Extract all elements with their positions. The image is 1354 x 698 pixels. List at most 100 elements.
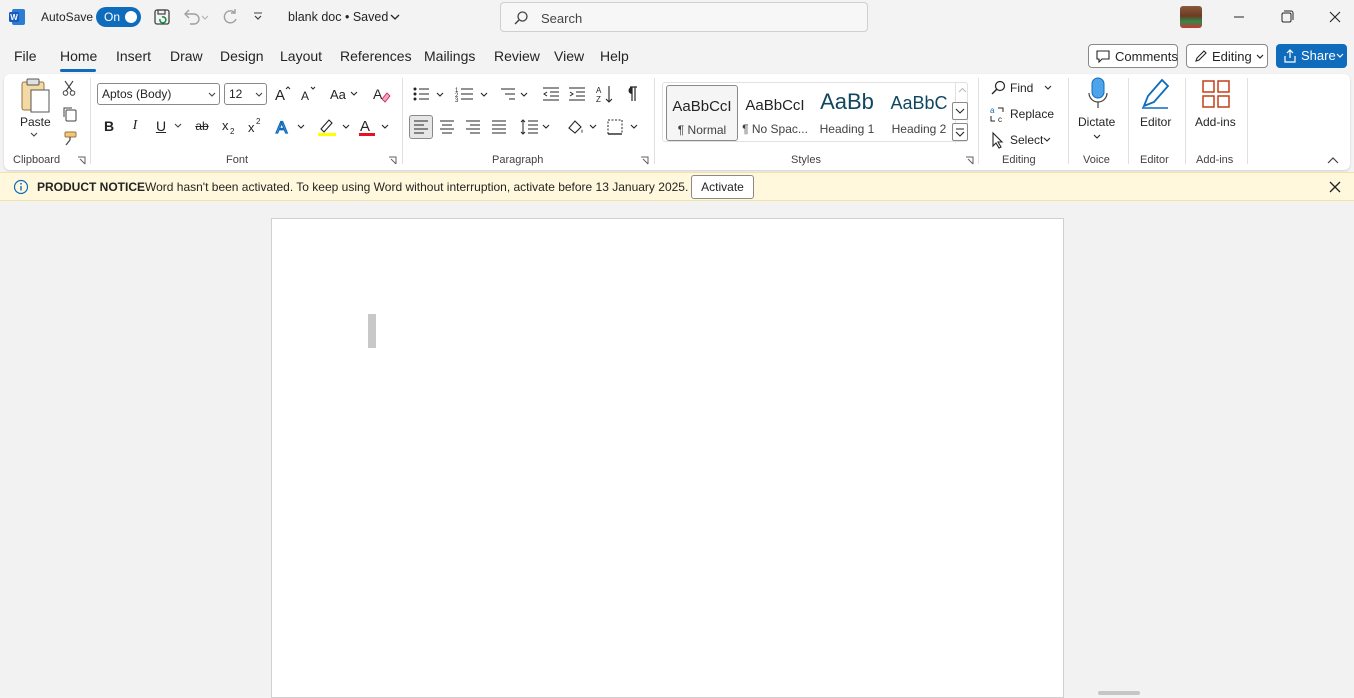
add-ins-label[interactable]: Add-ins [1195, 115, 1236, 129]
find-label[interactable]: Find [1010, 81, 1033, 95]
clear-formatting-icon[interactable]: A [370, 83, 392, 105]
chevron-down-icon[interactable] [1043, 137, 1051, 143]
cut-icon[interactable] [62, 80, 76, 96]
font-size-value: 12 [229, 87, 243, 101]
tab-insert[interactable]: Insert [116, 48, 151, 64]
styles-more-icon[interactable] [952, 123, 968, 141]
dialog-launcher-icon[interactable] [640, 156, 649, 165]
numbering-icon[interactable]: 123 [453, 83, 491, 105]
borders-icon[interactable] [605, 116, 641, 138]
style-no-spacing[interactable]: AaBbCcI ¶ No Spac... [739, 85, 811, 141]
dialog-launcher-icon[interactable] [388, 156, 397, 165]
dictate-label[interactable]: Dictate [1078, 115, 1115, 129]
editing-mode-button[interactable]: Editing [1186, 44, 1268, 68]
collapse-ribbon-icon[interactable] [1327, 156, 1339, 164]
close-icon[interactable] [1329, 181, 1341, 193]
replace-icon[interactable]: ac [989, 105, 1007, 123]
text-effects-icon[interactable]: A [274, 115, 308, 137]
italic-button[interactable]: I [124, 115, 146, 137]
editor-label[interactable]: Editor [1140, 115, 1171, 129]
tab-home[interactable]: Home [60, 48, 97, 64]
dialog-launcher-icon[interactable] [965, 156, 974, 165]
paste-icon[interactable] [18, 78, 52, 114]
style-heading-1[interactable]: AaBb Heading 1 [811, 85, 883, 141]
tab-layout[interactable]: Layout [280, 48, 322, 64]
show-formatting-marks-icon[interactable] [620, 83, 642, 105]
align-center-icon[interactable] [436, 116, 458, 138]
justify-icon[interactable] [488, 116, 510, 138]
chevron-down-icon[interactable] [390, 13, 400, 21]
chevron-down-icon[interactable] [1093, 134, 1101, 140]
comments-button[interactable]: Comments [1088, 44, 1178, 68]
chevron-down-icon [1256, 54, 1264, 60]
select-label[interactable]: Select [1010, 133, 1043, 147]
tab-help[interactable]: Help [600, 48, 629, 64]
select-cursor-icon[interactable] [990, 131, 1006, 149]
decrease-indent-icon[interactable] [540, 83, 562, 105]
grow-font-icon[interactable]: A [271, 83, 293, 105]
align-left-icon[interactable] [409, 115, 433, 139]
increase-indent-icon[interactable] [566, 83, 588, 105]
style-preview: AaBbCcI [672, 98, 732, 115]
share-button[interactable]: Share [1276, 44, 1347, 68]
underline-button[interactable]: U [150, 115, 172, 137]
add-ins-icon[interactable] [1201, 79, 1231, 109]
styles-scroll-down[interactable] [952, 102, 968, 120]
style-normal[interactable]: AaBbCcI ¶ Normal [666, 85, 738, 141]
redo-icon[interactable] [221, 8, 239, 26]
minimize-button[interactable] [1216, 0, 1262, 34]
editor-pen-icon[interactable] [1140, 78, 1172, 110]
customize-toolbar-icon[interactable] [253, 12, 263, 22]
find-icon[interactable] [990, 79, 1008, 97]
chevron-down-icon[interactable] [30, 132, 38, 138]
change-case-icon[interactable]: Aa [327, 83, 359, 105]
tab-draw[interactable]: Draw [170, 48, 203, 64]
chevron-up-icon[interactable] [958, 87, 967, 93]
document-page[interactable] [271, 218, 1064, 698]
tab-design[interactable]: Design [220, 48, 264, 64]
highlight-color-icon[interactable] [316, 115, 352, 137]
save-icon[interactable] [153, 8, 171, 26]
bold-button[interactable]: B [98, 115, 120, 137]
search-box[interactable]: Search [500, 2, 868, 32]
ribbon-separator [1068, 78, 1069, 164]
activate-button[interactable]: Activate [691, 175, 754, 199]
shrink-font-icon[interactable]: A [297, 83, 319, 105]
group-label-styles: Styles [791, 154, 821, 166]
bullets-icon[interactable] [410, 83, 446, 105]
undo-icon[interactable] [182, 8, 208, 26]
tab-references[interactable]: References [340, 48, 412, 64]
tab-file[interactable]: File [14, 48, 37, 64]
document-title[interactable]: blank doc • Saved [288, 10, 388, 24]
dialog-launcher-icon[interactable] [77, 156, 86, 165]
chevron-down-icon[interactable] [174, 123, 182, 129]
svg-text:x: x [222, 118, 229, 133]
microphone-icon[interactable] [1086, 77, 1110, 111]
multilevel-list-icon[interactable] [498, 83, 534, 105]
chevron-down-icon[interactable] [1044, 85, 1052, 91]
align-right-icon[interactable] [462, 116, 484, 138]
avatar[interactable] [1180, 6, 1202, 28]
shading-icon[interactable] [564, 116, 600, 138]
sort-icon[interactable]: AZ [594, 83, 616, 105]
tab-mailings[interactable]: Mailings [424, 48, 475, 64]
scrollbar-thumb[interactable] [1098, 691, 1140, 695]
font-name-combo[interactable]: Aptos (Body) [97, 83, 220, 105]
subscript-icon[interactable]: x2 [218, 115, 240, 137]
copy-icon[interactable] [62, 106, 78, 122]
paste-label[interactable]: Paste [20, 115, 51, 129]
format-painter-icon[interactable] [62, 130, 78, 146]
style-heading-2[interactable]: AaBbC Heading 2 [883, 85, 955, 141]
line-spacing-icon[interactable] [518, 116, 554, 138]
replace-label[interactable]: Replace [1010, 107, 1054, 121]
restore-button[interactable] [1264, 0, 1310, 34]
font-color-icon[interactable]: A [357, 115, 393, 137]
close-button[interactable] [1312, 0, 1354, 34]
tab-view[interactable]: View [554, 48, 584, 64]
group-label-add-ins: Add-ins [1196, 154, 1234, 166]
font-size-combo[interactable]: 12 [224, 83, 267, 105]
tab-review[interactable]: Review [494, 48, 540, 64]
autosave-toggle[interactable]: On [96, 7, 141, 27]
strikethrough-button[interactable]: ab [191, 115, 213, 137]
superscript-icon[interactable]: x2 [244, 115, 266, 137]
